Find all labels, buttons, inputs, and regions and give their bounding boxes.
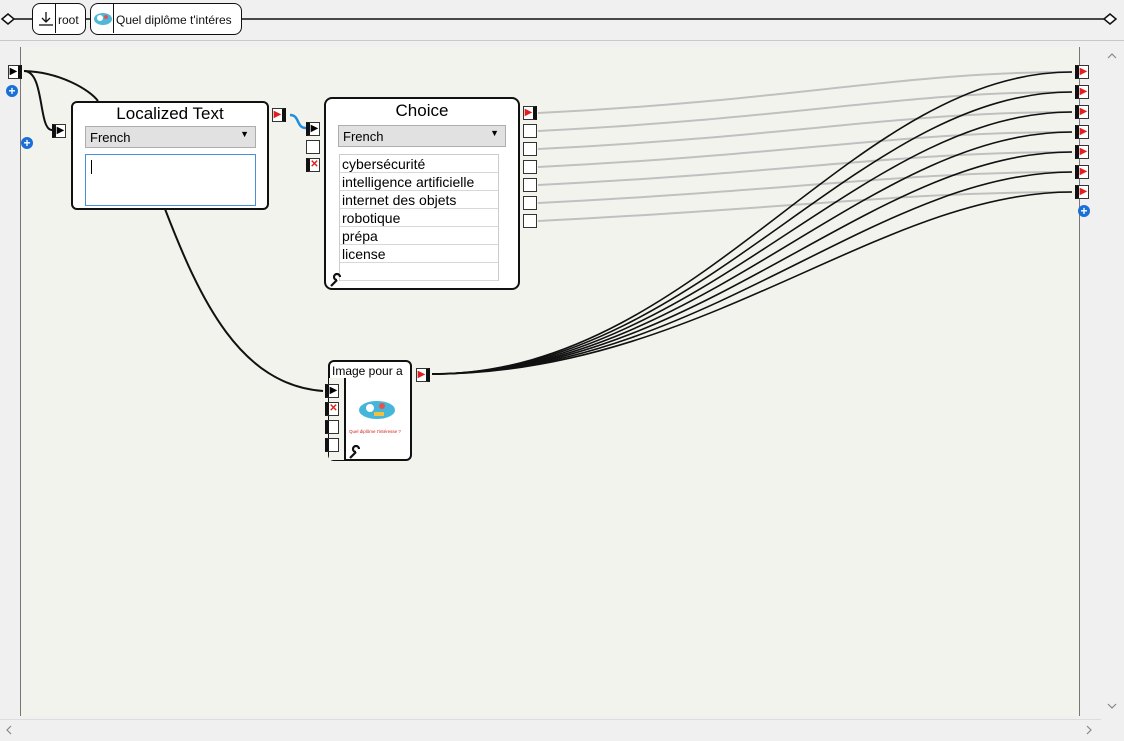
image-onstop-input-port[interactable]: ✕ (325, 402, 339, 416)
list-item[interactable]: cybersécurité (340, 155, 498, 173)
breadcrumb-start-diamond (0, 13, 16, 25)
output-signal-icon: ▶ (1079, 66, 1088, 77)
choice-output-port[interactable] (523, 196, 537, 210)
behavior-output-port[interactable]: ▶ (1075, 185, 1089, 199)
choice-box[interactable]: Choice French ▼ cybersécurité intelligen… (324, 97, 520, 290)
horizontal-scrollbar[interactable] (0, 719, 1101, 740)
localized-text-title: Localized Text (116, 104, 224, 123)
chevron-down-icon: ▼ (490, 128, 499, 138)
add-input-plus-button[interactable]: + (6, 85, 18, 97)
crumb-divider (113, 4, 114, 33)
image-onstart-input-port[interactable]: ▶ (325, 384, 339, 398)
breadcrumb-root[interactable]: root (32, 3, 86, 35)
plus-icon: + (1080, 204, 1088, 218)
behavior-output-port[interactable]: ▶ (1075, 105, 1089, 119)
add-parameter-plus-button[interactable]: + (21, 137, 33, 149)
breadcrumb-root-label: root (58, 13, 79, 27)
wrench-icon[interactable] (347, 444, 363, 460)
breadcrumb: root Quel diplôme t'intéres (0, 0, 1124, 41)
choice-title: Choice (395, 101, 449, 120)
behavior-thumbnail-icon (94, 13, 112, 25)
list-item[interactable]: intelligence artificielle (340, 173, 498, 191)
behavior-output-port[interactable]: ▶ (1075, 125, 1089, 139)
behavior-output-port[interactable]: ▶ (1075, 65, 1089, 79)
play-icon: ▶ (9, 66, 18, 77)
scroll-right-icon[interactable] (1084, 724, 1094, 736)
output-signal-icon: ▶ (1079, 146, 1088, 157)
output-signal-icon: ▶ (1079, 86, 1088, 97)
choice-answers-list[interactable]: cybersécurité intelligence artificielle … (339, 154, 499, 281)
output-signal-icon: ▶ (1079, 186, 1088, 197)
choice-language-value: French (343, 129, 384, 144)
choice-output-port[interactable] (523, 142, 537, 156)
list-item[interactable]: robotique (340, 209, 498, 227)
localized-text-output-port[interactable]: ▶ (272, 108, 286, 122)
breadcrumb-end-diamond (1102, 13, 1118, 25)
output-signal-icon: ▶ (273, 109, 282, 120)
choice-onstop-input-port[interactable]: ✕ (306, 158, 320, 172)
localized-text-input[interactable] (85, 154, 256, 206)
plus-icon: + (23, 136, 31, 150)
list-item[interactable]: license (340, 245, 498, 263)
robot-picture-icon (359, 401, 395, 419)
list-item[interactable]: prépa (340, 227, 498, 245)
behavior-output-port[interactable]: ▶ (1075, 85, 1089, 99)
plus-icon: + (8, 84, 16, 98)
output-signal-icon: ▶ (524, 107, 533, 118)
output-signal-icon: ▶ (1079, 166, 1088, 177)
stop-icon: ✕ (329, 403, 338, 414)
ground-icon (39, 12, 53, 26)
localized-text-box[interactable]: Localized Text French ▼ (71, 101, 269, 210)
text-cursor (91, 160, 92, 174)
choice-output-port[interactable]: ▶ (523, 106, 537, 120)
image-output-port[interactable]: ▶ (416, 368, 430, 382)
play-icon: ▶ (310, 123, 319, 134)
scroll-left-icon[interactable] (4, 724, 14, 736)
choice-input-port[interactable] (306, 140, 320, 154)
output-signal-icon: ▶ (1079, 106, 1088, 117)
behavior-output-port[interactable]: ▶ (1075, 145, 1089, 159)
localized-text-language-value: French (90, 130, 131, 145)
crumb-divider (55, 4, 56, 33)
image-input-port[interactable] (325, 438, 339, 452)
choice-language-select[interactable]: French ▼ (338, 125, 506, 147)
stop-icon: ✕ (310, 159, 319, 170)
play-icon: ▶ (56, 125, 65, 136)
output-signal-icon: ▶ (417, 369, 426, 380)
behavior-onstart-input-port[interactable]: ▶ (8, 65, 22, 79)
wrench-icon[interactable] (328, 272, 344, 288)
choice-output-port[interactable] (523, 214, 537, 228)
play-icon: ▶ (329, 385, 338, 396)
chevron-down-icon: ▼ (240, 129, 249, 139)
add-output-plus-button[interactable]: + (1078, 205, 1090, 217)
choice-output-port[interactable] (523, 124, 537, 138)
breadcrumb-behavior-label: Quel diplôme t'intéres (116, 13, 232, 27)
image-box-title: Image pour a (332, 364, 403, 378)
scroll-down-icon[interactable] (1106, 701, 1118, 711)
choice-onstart-input-port[interactable]: ▶ (306, 122, 320, 136)
list-item[interactable]: internet des objets (340, 191, 498, 209)
image-input-port[interactable] (325, 420, 339, 434)
output-signal-icon: ▶ (1079, 126, 1088, 137)
vertical-scrollbar[interactable] (1101, 47, 1122, 716)
image-caption: Quel diplôme t'intéresse ? (349, 429, 401, 434)
breadcrumb-behavior[interactable]: Quel diplôme t'intéres (90, 3, 242, 35)
scroll-up-icon[interactable] (1106, 51, 1118, 61)
behavior-output-port[interactable]: ▶ (1075, 165, 1089, 179)
choice-output-port[interactable] (523, 178, 537, 192)
list-item-empty[interactable] (340, 263, 498, 281)
choice-output-port[interactable] (523, 160, 537, 174)
localized-text-language-select[interactable]: French ▼ (85, 126, 256, 148)
localized-text-onstart-input-port[interactable]: ▶ (52, 124, 66, 138)
